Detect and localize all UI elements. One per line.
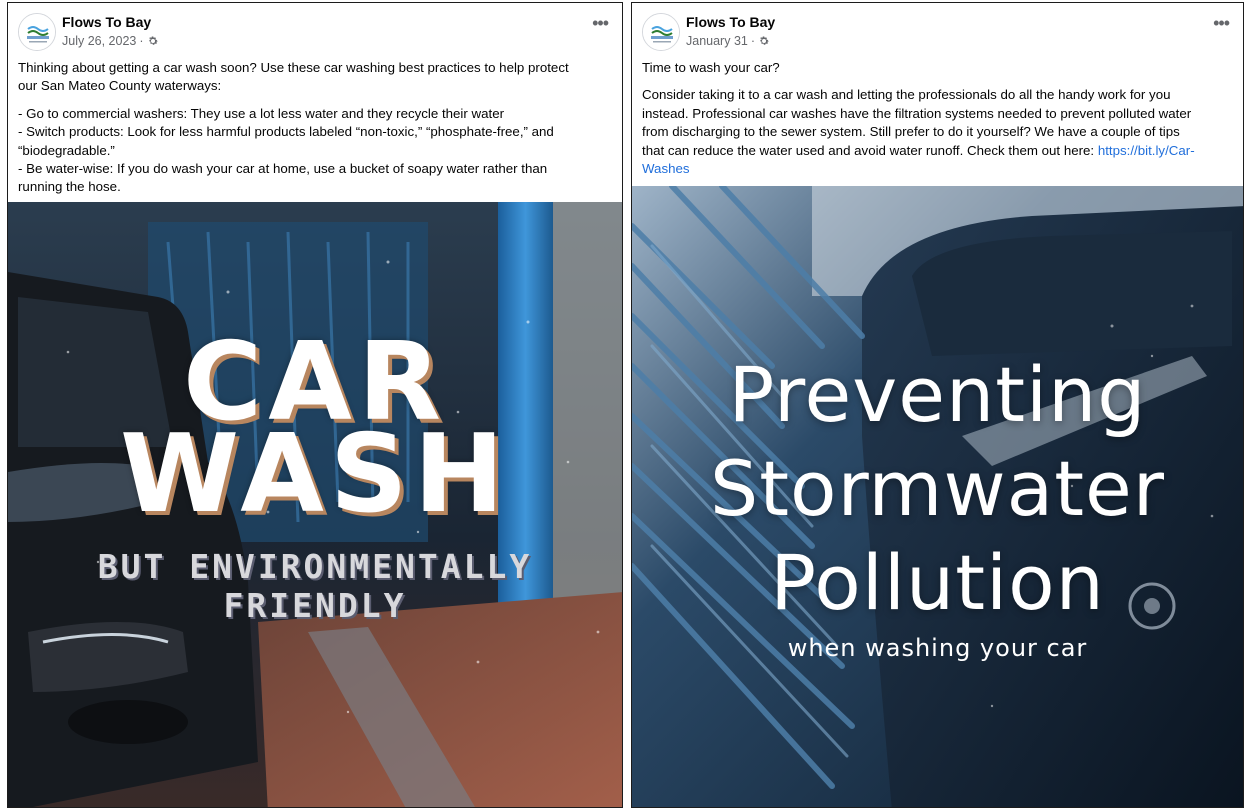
image-title-line2: Stormwater <box>709 444 1165 533</box>
more-options-button[interactable]: ••• <box>1213 14 1230 32</box>
caption-line: - Go to commercial washers: They use a l… <box>18 105 505 121</box>
meta-separator: · <box>139 34 144 48</box>
post-header: Flows To Bay January 31 · ••• <box>632 3 1243 55</box>
caption-line: Washes <box>642 160 1233 178</box>
post-image[interactable]: CAR WASH BUT ENVIRONMENTALLY FRIENDLY <box>8 202 622 807</box>
page-name[interactable]: Flows To Bay <box>686 14 775 30</box>
caption-line: that can reduce the water used and avoid… <box>642 142 1233 160</box>
gear-icon[interactable] <box>758 35 770 47</box>
image-subtitle: when washing your car <box>787 634 1088 662</box>
post-meta: January 31 · <box>686 34 770 48</box>
car-washes-link[interactable]: https://bit.ly/Car- <box>1098 143 1195 158</box>
caption-line: - Switch products: Look for less harmful… <box>18 124 554 140</box>
page-name[interactable]: Flows To Bay <box>62 14 151 30</box>
image-subtitle-line2: FRIENDLY <box>223 586 407 625</box>
image-title-line3: Pollution <box>770 538 1105 627</box>
page-avatar[interactable] <box>642 13 680 51</box>
caption-line: instead. Professional car washes have th… <box>642 105 1192 121</box>
caption-line: - Be water-wise: If you do wash your car… <box>18 161 548 177</box>
post-car-wash: Flows To Bay July 26, 2023 · ••• Thinkin… <box>7 2 623 808</box>
post-stormwater: Flows To Bay January 31 · ••• Time to wa… <box>631 2 1244 808</box>
image-title-line1: Preventing <box>728 350 1147 439</box>
post-caption: Time to wash your car? Consider taking i… <box>642 59 1233 178</box>
caption-text: that can reduce the water used and avoid… <box>642 142 1098 158</box>
page-avatar[interactable] <box>18 13 56 51</box>
caption-line: Consider taking it to a car wash and let… <box>642 87 1171 103</box>
post-header: Flows To Bay July 26, 2023 · ••• <box>8 3 622 55</box>
caption-line: “biodegradable.” <box>18 142 115 158</box>
flows-to-bay-logo-icon <box>643 14 679 50</box>
image-title-wash: WASH <box>119 412 511 537</box>
image-subtitle-line1: BUT ENVIRONMENTALLY <box>97 547 533 586</box>
gear-icon[interactable] <box>147 35 159 47</box>
flows-to-bay-logo-icon <box>19 14 55 50</box>
caption-line: running the hose. <box>18 179 121 195</box>
more-options-button[interactable]: ••• <box>592 14 609 32</box>
meta-separator: · <box>750 34 756 48</box>
caption-line: our San Mateo County waterways: <box>18 78 222 94</box>
post-date[interactable]: July 26, 2023 <box>62 34 136 48</box>
caption-line: Thinking about getting a car wash soon? … <box>18 60 569 75</box>
post-image[interactable]: Preventing Stormwater Pollution when was… <box>632 186 1243 807</box>
post-caption: Thinking about getting a car wash soon? … <box>18 59 612 197</box>
car-washes-link-continued[interactable]: Washes <box>642 161 690 176</box>
caption-line: from discharging to the sewer system. St… <box>642 124 1180 140</box>
post-date[interactable]: January 31 <box>686 34 748 48</box>
caption-line: Time to wash your car? <box>642 60 780 75</box>
post-meta: July 26, 2023 · <box>62 34 159 48</box>
